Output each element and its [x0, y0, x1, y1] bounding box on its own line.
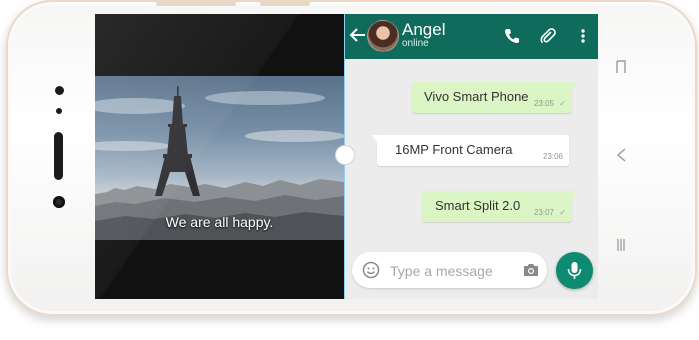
- proximity-sensor: [55, 86, 64, 95]
- chat-panel: Angel online Vivo Smart Phone 23:05 ✓ 16…: [345, 14, 598, 299]
- contact-status: online: [402, 38, 429, 49]
- phone-top-button-right: [260, 2, 310, 6]
- mic-button[interactable]: [556, 252, 593, 289]
- message-composer: [352, 252, 547, 288]
- message-input[interactable]: [388, 260, 512, 282]
- sent-check-icon: ✓: [559, 208, 566, 217]
- phone-screen: We are all happy. Angel online Vivo Smar…: [95, 14, 598, 299]
- light-sensor: [56, 108, 62, 114]
- split-handle[interactable]: [335, 145, 355, 165]
- message-time: 23:05: [533, 99, 554, 108]
- chat-header: Angel online: [345, 14, 598, 59]
- message-text: Smart Split 2.0: [435, 198, 521, 213]
- bubble-tail: [571, 82, 578, 90]
- message-text: Vivo Smart Phone: [424, 89, 529, 104]
- video-subtitle: We are all happy.: [165, 214, 274, 230]
- front-camera-icon: [53, 196, 65, 208]
- camera-icon[interactable]: [522, 262, 540, 278]
- contact-name[interactable]: Angel: [402, 20, 445, 40]
- bubble-tail: [571, 191, 578, 199]
- video-player[interactable]: We are all happy.: [95, 14, 344, 299]
- phone-icon[interactable]: [503, 27, 521, 45]
- message-bubble-incoming[interactable]: 16MP Front Camera 23:06: [371, 135, 569, 166]
- message-time: 23:07: [533, 208, 554, 217]
- back-arrow-icon[interactable]: [349, 26, 367, 44]
- back-icon[interactable]: [614, 148, 628, 164]
- message-bubble-outgoing[interactable]: Smart Split 2.0 23:07 ✓: [422, 191, 578, 222]
- message-bubble-outgoing[interactable]: Vivo Smart Phone 23:05 ✓: [412, 82, 578, 113]
- earpiece-speaker: [54, 132, 63, 180]
- menu-icon[interactable]: [614, 238, 628, 254]
- bubble-tail: [371, 135, 378, 143]
- phone-top-button-left: [156, 2, 236, 6]
- microphone-icon: [567, 262, 582, 279]
- emoji-icon[interactable]: [362, 261, 380, 279]
- message-time: 23:06: [542, 152, 563, 161]
- sent-check-icon: ✓: [559, 99, 566, 108]
- more-vert-icon[interactable]: [574, 27, 592, 45]
- message-text: 16MP Front Camera: [395, 142, 513, 157]
- paperclip-icon[interactable]: [539, 27, 557, 45]
- avatar[interactable]: [367, 20, 399, 52]
- recent-apps-icon[interactable]: [614, 60, 628, 76]
